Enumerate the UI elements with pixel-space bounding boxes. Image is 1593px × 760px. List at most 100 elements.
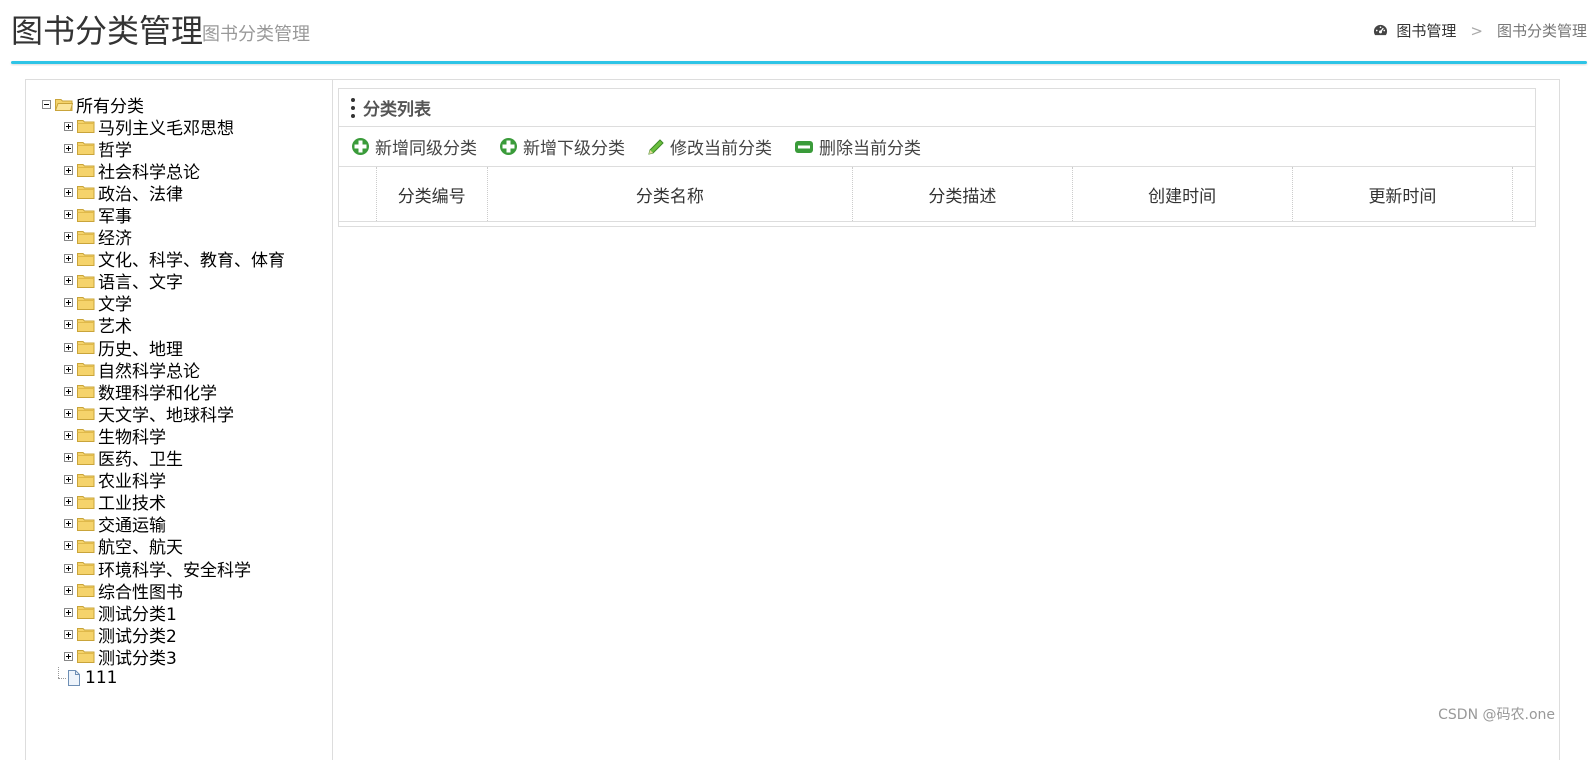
tree-node[interactable]: 数理科学和化学 <box>42 380 285 404</box>
expand-icon[interactable] <box>64 187 73 197</box>
expand-icon[interactable] <box>64 475 73 485</box>
folder-icon <box>77 473 95 487</box>
tree-node[interactable]: 环境科学、安全科学 <box>42 557 285 581</box>
collapse-icon[interactable] <box>42 99 51 109</box>
folder-icon <box>77 142 95 156</box>
expand-icon[interactable] <box>64 497 73 507</box>
expand-icon[interactable] <box>64 165 73 175</box>
plus-circle-icon <box>500 138 517 155</box>
file-icon <box>68 670 80 687</box>
delete-category-button[interactable]: 删除当前分类 <box>794 134 921 159</box>
add-child-label: 新增下级分类 <box>523 139 625 159</box>
expand-icon[interactable] <box>64 408 73 418</box>
folder-icon <box>77 385 95 399</box>
tree-node[interactable]: 艺术 <box>42 314 285 337</box>
folder-icon <box>77 517 95 531</box>
tree-node[interactable]: 农业科学 <box>42 469 285 492</box>
column-header-updated[interactable]: 更新时间 <box>1293 167 1514 221</box>
expand-icon[interactable] <box>64 629 73 639</box>
expand-icon[interactable] <box>64 276 73 286</box>
expand-icon[interactable] <box>64 320 73 330</box>
grid-header: 分类编号 分类名称 分类描述 创建时间 更新时间 <box>339 167 1535 222</box>
tree-leaf-label[interactable]: 111 <box>85 668 117 688</box>
tree-node[interactable]: 工业技术 <box>42 491 285 514</box>
folder-icon <box>77 341 95 355</box>
expand-icon[interactable] <box>64 364 73 374</box>
folder-icon <box>77 650 95 664</box>
tree-node[interactable]: 测试分类3 <box>42 644 285 669</box>
tree-node[interactable]: 交通运输 <box>42 513 285 536</box>
breadcrumb-root-link[interactable]: 图书管理 <box>1396 20 1456 41</box>
expand-icon[interactable] <box>64 651 73 661</box>
dashboard-icon <box>1374 24 1388 36</box>
header-accent-line <box>11 61 1587 64</box>
column-header-id[interactable]: 分类编号 <box>377 167 488 221</box>
column-header-created[interactable]: 创建时间 <box>1073 167 1293 221</box>
tree-node[interactable]: 社会科学总论 <box>42 159 285 183</box>
tree-node[interactable]: 文学 <box>42 292 285 315</box>
tree-node[interactable]: 自然科学总论 <box>42 358 285 382</box>
folder-icon <box>77 164 95 178</box>
tree-node[interactable]: 语言、文字 <box>42 270 285 293</box>
category-tree-panel: 所有分类 马列主义毛邓思想 哲学 社会科学总论 政治、法律 军事 经济 文化、科学、教育、体… <box>25 79 333 760</box>
expand-icon[interactable] <box>64 210 73 220</box>
expand-icon[interactable] <box>64 121 73 131</box>
expand-icon[interactable] <box>64 254 73 264</box>
tree-node[interactable]: 生物科学 <box>42 424 285 448</box>
category-tree: 所有分类 马列主义毛邓思想 哲学 社会科学总论 政治、法律 军事 经济 文化、科学、教育、体… <box>42 93 285 690</box>
column-header-description[interactable]: 分类描述 <box>853 167 1073 221</box>
expand-icon[interactable] <box>64 430 73 440</box>
column-header-name[interactable]: 分类名称 <box>488 167 854 221</box>
tree-node[interactable]: 政治、法律 <box>42 181 285 205</box>
breadcrumb: 图书管理 > 图书分类管理 <box>1373 20 1587 41</box>
tree-node[interactable]: 综合性图书 <box>42 579 285 603</box>
folder-icon <box>77 274 95 288</box>
plus-circle-icon <box>352 138 369 155</box>
expand-icon[interactable] <box>64 453 73 463</box>
list-toolbar: 新增同级分类 新增下级分类 修改当前分类 删除当前分类 <box>339 127 1535 167</box>
expand-icon[interactable] <box>64 342 73 352</box>
expand-icon[interactable] <box>64 298 73 308</box>
delete-category-label: 删除当前分类 <box>819 139 921 159</box>
expand-icon[interactable] <box>64 607 73 617</box>
tree-node[interactable]: 天文学、地球科学 <box>42 402 285 426</box>
expand-icon[interactable] <box>64 386 73 396</box>
tree-node[interactable]: 测试分类2 <box>42 623 285 647</box>
expand-icon[interactable] <box>64 519 73 529</box>
tree-node-label[interactable]: 测试分类3 <box>98 644 177 669</box>
expand-icon[interactable] <box>64 563 73 573</box>
folder-icon <box>77 628 95 642</box>
add-child-button[interactable]: 新增下级分类 <box>499 134 625 159</box>
list-header: 分类列表 <box>339 89 1535 127</box>
tree-node[interactable]: 经济 <box>42 226 285 249</box>
folder-icon <box>77 451 95 465</box>
expand-icon[interactable] <box>64 585 73 595</box>
vertical-dots-icon <box>351 97 355 118</box>
tree-node[interactable]: 哲学 <box>42 137 285 161</box>
tree-node[interactable]: 航空、航天 <box>42 535 285 558</box>
add-sibling-label: 新增同级分类 <box>375 139 477 159</box>
minus-icon <box>795 140 813 153</box>
category-list-box: 分类列表 新增同级分类 新增下级分类 修改当前分类 删除当前分类 分类编号 分类… <box>338 88 1536 227</box>
tree-node[interactable]: 马列主义毛邓思想 <box>42 115 285 139</box>
category-list-panel: 分类列表 新增同级分类 新增下级分类 修改当前分类 删除当前分类 分类编号 分类… <box>331 79 1560 760</box>
pencil-icon <box>648 138 664 155</box>
tree-leaf-node[interactable]: 111 <box>42 667 285 689</box>
tree-node[interactable]: 历史、地理 <box>42 336 285 360</box>
expand-icon[interactable] <box>64 143 73 153</box>
tree-node[interactable]: 军事 <box>42 203 285 227</box>
folder-icon <box>77 539 95 553</box>
expand-icon[interactable] <box>64 232 73 242</box>
list-title: 分类列表 <box>363 100 431 120</box>
tree-node[interactable]: 医药、卫生 <box>42 447 285 470</box>
expand-icon[interactable] <box>64 541 73 551</box>
folder-icon <box>77 562 95 576</box>
edit-category-button[interactable]: 修改当前分类 <box>647 134 772 159</box>
tree-node[interactable]: 测试分类1 <box>42 601 285 625</box>
tree-connector-line <box>54 667 67 689</box>
page-title: 图书分类管理 <box>11 12 204 50</box>
tree-node[interactable]: 文化、科学、教育、体育 <box>42 248 285 271</box>
add-sibling-button[interactable]: 新增同级分类 <box>351 134 477 159</box>
tree-root[interactable]: 所有分类 <box>42 93 285 117</box>
folder-icon <box>77 296 95 310</box>
